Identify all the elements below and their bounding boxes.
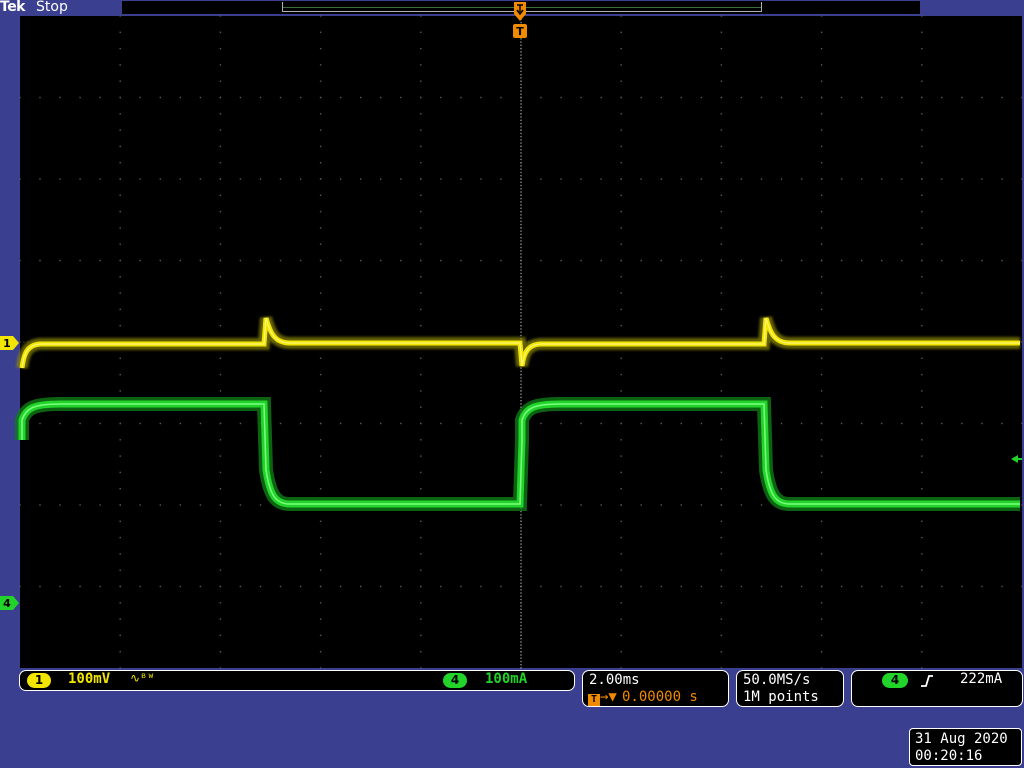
trigger-panel[interactable]: 4 222mA	[851, 670, 1023, 707]
channel-1-scale: 100mV	[68, 671, 111, 687]
channel-4-badge[interactable]: 4	[443, 673, 467, 688]
bandwidth-limit-icon: ∿ᴮᵂ	[130, 671, 155, 685]
channel-4-marker-label: 4	[3, 597, 11, 610]
horizontal-scale: 2.00ms	[589, 672, 640, 688]
timebase-panel[interactable]: 2.00ms T →▼ 0.00000 s	[582, 670, 729, 707]
trigger-level: 222mA	[960, 671, 1003, 687]
channel-1-marker-label: 1	[3, 337, 11, 350]
channel-readout-panel[interactable]: 1 100mV ∿ᴮᵂ 4 100mA	[19, 670, 575, 691]
channel-4-scale: 100mA	[485, 671, 528, 687]
acquisition-panel[interactable]: 50.0MS/s 1M points	[736, 670, 844, 707]
channel-1-ground-marker[interactable]: 1	[0, 336, 19, 350]
trigger-position-value: 0.00000 s	[622, 689, 698, 705]
date-display: 31 Aug 2020	[915, 731, 1008, 747]
channel-4-ground-marker[interactable]: 4	[0, 596, 19, 610]
datetime-panel[interactable]: 31 Aug 2020 00:20:16	[909, 728, 1022, 766]
time-display: 00:20:16	[915, 748, 983, 764]
rising-edge-icon	[921, 675, 933, 687]
scope-display: T 1 4	[0, 2, 1023, 669]
trigger-source-badge[interactable]: 4	[882, 673, 908, 688]
sample-rate: 50.0MS/s	[743, 672, 811, 688]
trigger-offset-icon: T →▼	[588, 689, 617, 706]
trigger-marker-label: T	[516, 25, 524, 38]
channel-1-badge[interactable]: 1	[27, 673, 51, 688]
record-length: 1M points	[743, 689, 819, 705]
